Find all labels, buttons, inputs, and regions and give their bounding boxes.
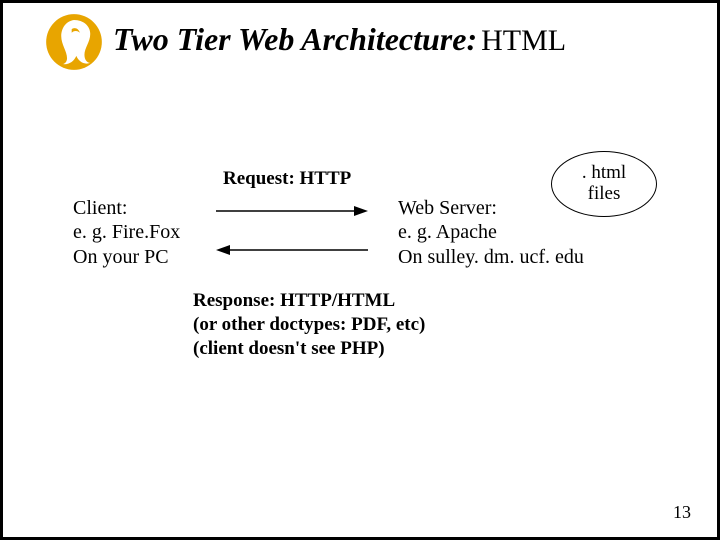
client-line1: Client: [73,196,180,220]
request-label: Request: HTTP [223,168,351,190]
title-main: Two Tier Web Architecture: [113,21,477,57]
server-line1: Web Server: [398,196,584,220]
server-line3: On sulley. dm. ucf. edu [398,245,584,269]
page-number: 13 [673,502,691,523]
server-line2: e. g. Apache [398,220,584,244]
slide-title: Two Tier Web Architecture:HTML [113,21,566,58]
ucf-logo-icon [45,13,103,71]
request-arrow-icon [216,204,368,218]
response-line2: (or other doctypes: PDF, etc) [193,313,425,337]
server-block: Web Server: e. g. Apache On sulley. dm. … [398,196,584,269]
response-line3: (client doesn't see PHP) [193,337,425,361]
html-files-ellipse: . html files [551,151,657,217]
files-line1: . html [582,163,626,184]
files-line2: files [588,184,621,205]
client-line3: On your PC [73,245,180,269]
client-block: Client: e. g. Fire.Fox On your PC [73,196,180,269]
title-sub: HTML [481,24,566,57]
response-block: Response: HTTP/HTML (or other doctypes: … [193,289,425,360]
response-line1: Response: HTTP/HTML [193,289,425,313]
client-line2: e. g. Fire.Fox [73,220,180,244]
response-arrow-icon [216,243,368,257]
slide-container: Two Tier Web Architecture:HTML Client: e… [0,0,720,540]
